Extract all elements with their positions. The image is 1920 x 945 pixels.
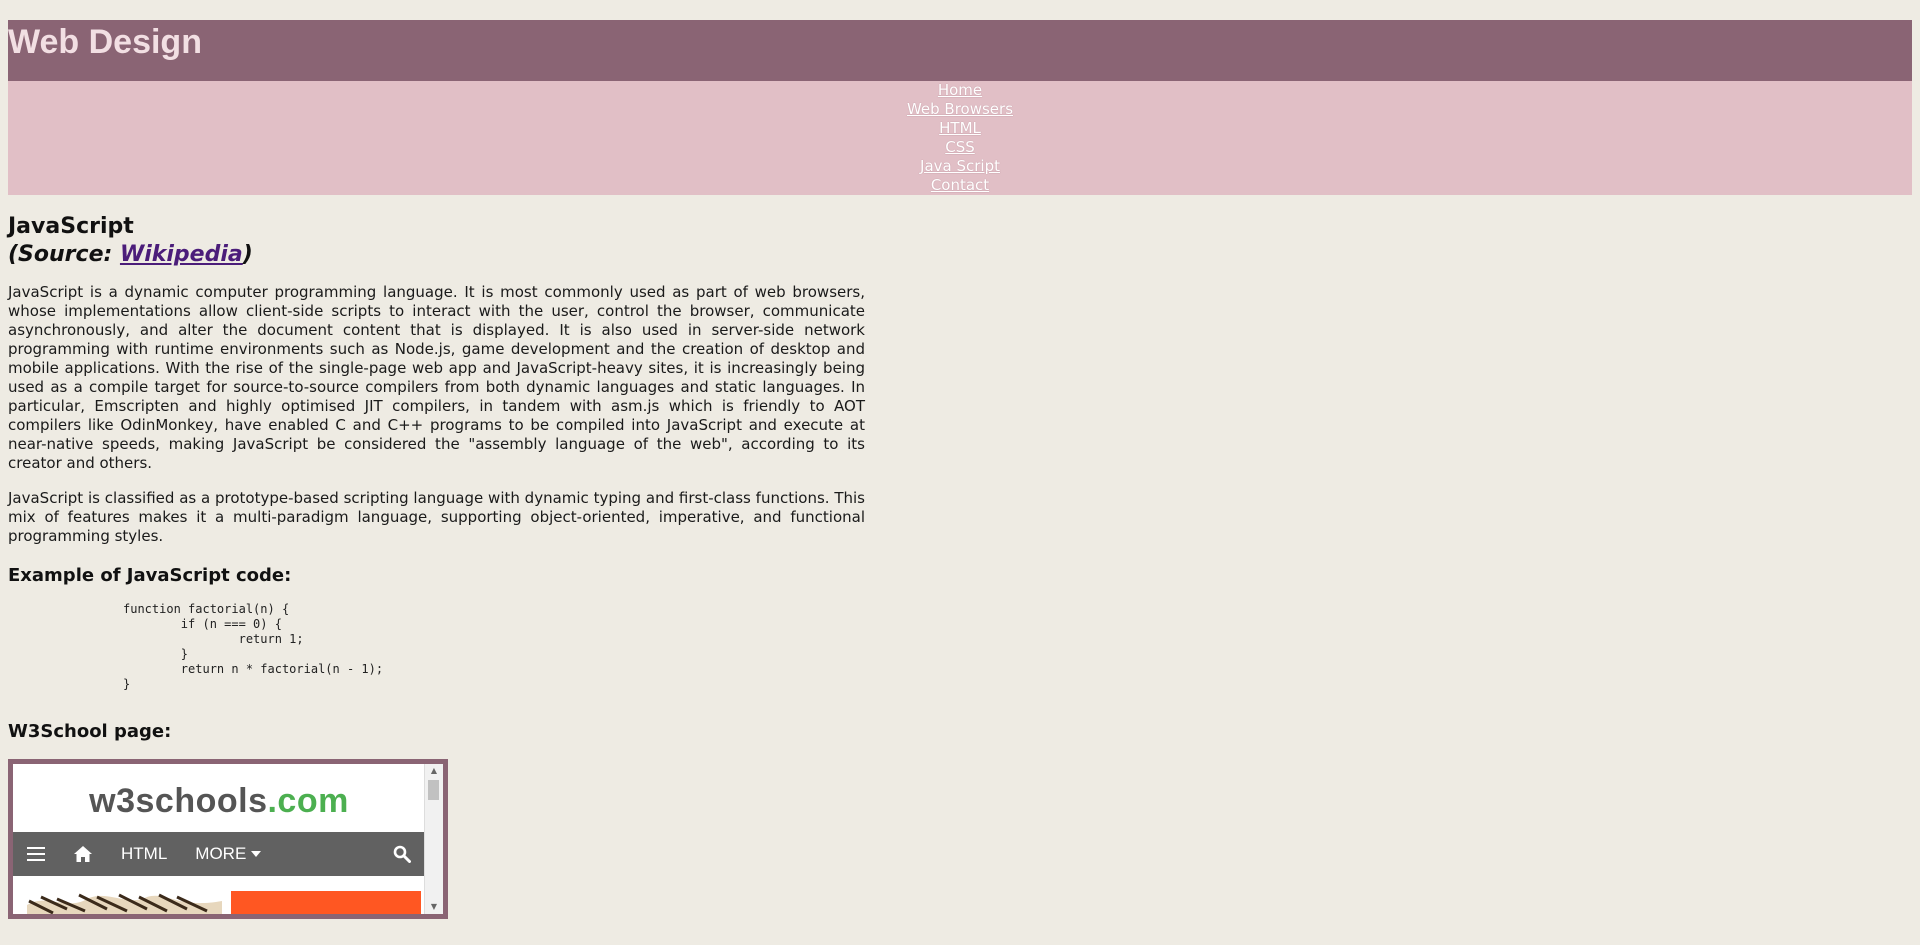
source-prefix: (Source: [8,242,120,267]
w3schools-iframe[interactable]: w3schools.com HTML MORE ▲ ▼ [8,759,448,919]
code-block: function factorial(n) { if (n === 0) { r… [123,602,384,691]
site-header: Web Design [8,20,1912,81]
nav-link-home[interactable]: Home [938,81,982,100]
intro-paragraph: JavaScript is a dynamic computer program… [8,283,865,472]
source-line: (Source: Wikipedia) [8,241,1912,269]
nav-link-java-script[interactable]: Java Script [920,157,1000,176]
scroll-down-arrow-icon[interactable]: ▼ [425,900,443,914]
scroll-up-arrow-icon[interactable]: ▲ [425,764,443,778]
iframe-viewport: w3schools.com HTML MORE [13,764,425,914]
example-heading: Example of JavaScript code: [8,565,292,586]
source-suffix: ) [242,242,253,267]
scrollbar-thumb[interactable] [428,780,439,800]
nav-link-html[interactable]: HTML [939,119,981,138]
promo-banner-image [27,891,421,914]
page-title: JavaScript [8,214,134,239]
caret-down-icon [251,851,262,857]
home-icon[interactable] [59,832,107,876]
more-label: MORE [195,844,247,863]
w3-html-link[interactable]: HTML [107,832,181,876]
site-title: Web Design [8,23,202,61]
nav-link-contact[interactable]: Contact [931,176,989,195]
page: Web Design Home Web Browsers HTML CSS Ja… [8,20,1912,919]
iframe-scrollbar[interactable]: ▲ ▼ [424,764,443,914]
menu-icon[interactable] [13,832,59,876]
w3schools-navbar: HTML MORE [13,832,425,876]
w3schools-logo: w3schools.com [89,782,349,820]
w3-more-menu[interactable]: MORE [181,832,275,876]
main-nav: Home Web Browsers HTML CSS Java Script C… [8,81,1912,195]
nav-link-css[interactable]: CSS [945,138,975,157]
wikipedia-link[interactable]: Wikipedia [120,242,243,267]
search-icon[interactable] [379,832,425,876]
nav-link-web-browsers[interactable]: Web Browsers [907,100,1013,119]
main-content: JavaScript (Source: Wikipedia) JavaScrip… [8,195,1912,919]
w3school-heading: W3School page: [8,721,172,742]
classification-paragraph: JavaScript is classified as a prototype-… [8,489,865,545]
